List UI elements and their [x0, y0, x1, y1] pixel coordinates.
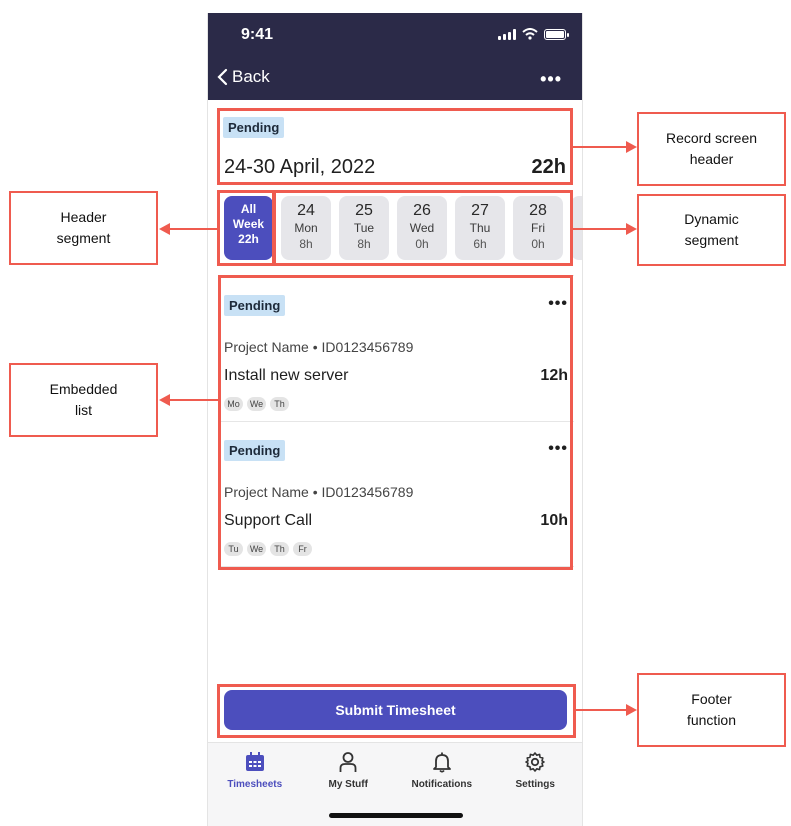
annotation-footer-function: Footer function: [637, 673, 786, 747]
tab-label: Timesheets: [227, 779, 283, 790]
person-icon: [339, 752, 357, 772]
tab-settings[interactable]: Settings: [489, 743, 583, 826]
home-indicator: [329, 813, 463, 818]
annotation-label: Record screen header: [665, 130, 758, 167]
chevron-left-icon: [217, 68, 228, 86]
more-options-icon[interactable]: •••: [540, 69, 562, 90]
gear-icon: [525, 752, 546, 772]
wifi-icon: [522, 28, 538, 40]
annotation-label: Dynamic segment: [684, 211, 739, 248]
tab-timesheets[interactable]: Timesheets: [208, 743, 302, 826]
annotation-record-screen-header: Record screen header: [637, 112, 786, 186]
tab-label: My Stuff: [328, 779, 368, 790]
annotation-label: Footer function: [686, 691, 737, 728]
back-button[interactable]: Back: [216, 67, 270, 87]
record-header-highlight: [217, 108, 573, 185]
calendar-icon: [245, 752, 264, 771]
back-label: Back: [232, 67, 270, 86]
annotation-embedded-list: Embedded list: [9, 363, 158, 437]
dynamic-segment-highlight: [273, 190, 573, 266]
top-bar: 9:41 Back •••: [208, 13, 582, 100]
battery-icon: [544, 28, 569, 40]
annotation-label: Header segment: [56, 209, 111, 246]
status-time: 9:41: [241, 26, 274, 43]
annotation-dynamic-segment: Dynamic segment: [637, 194, 786, 266]
bell-icon: [432, 752, 451, 773]
signal-icon: [498, 28, 516, 40]
tab-label: Notifications: [411, 779, 473, 790]
annotation-header-segment: Header segment: [9, 191, 158, 265]
embedded-list-highlight: [218, 275, 573, 570]
footer-function-highlight: [217, 684, 576, 738]
tab-label: Settings: [515, 779, 555, 790]
status-icons: [498, 28, 569, 40]
header-segment-highlight: [217, 190, 275, 266]
annotation-label: Embedded list: [49, 381, 118, 418]
